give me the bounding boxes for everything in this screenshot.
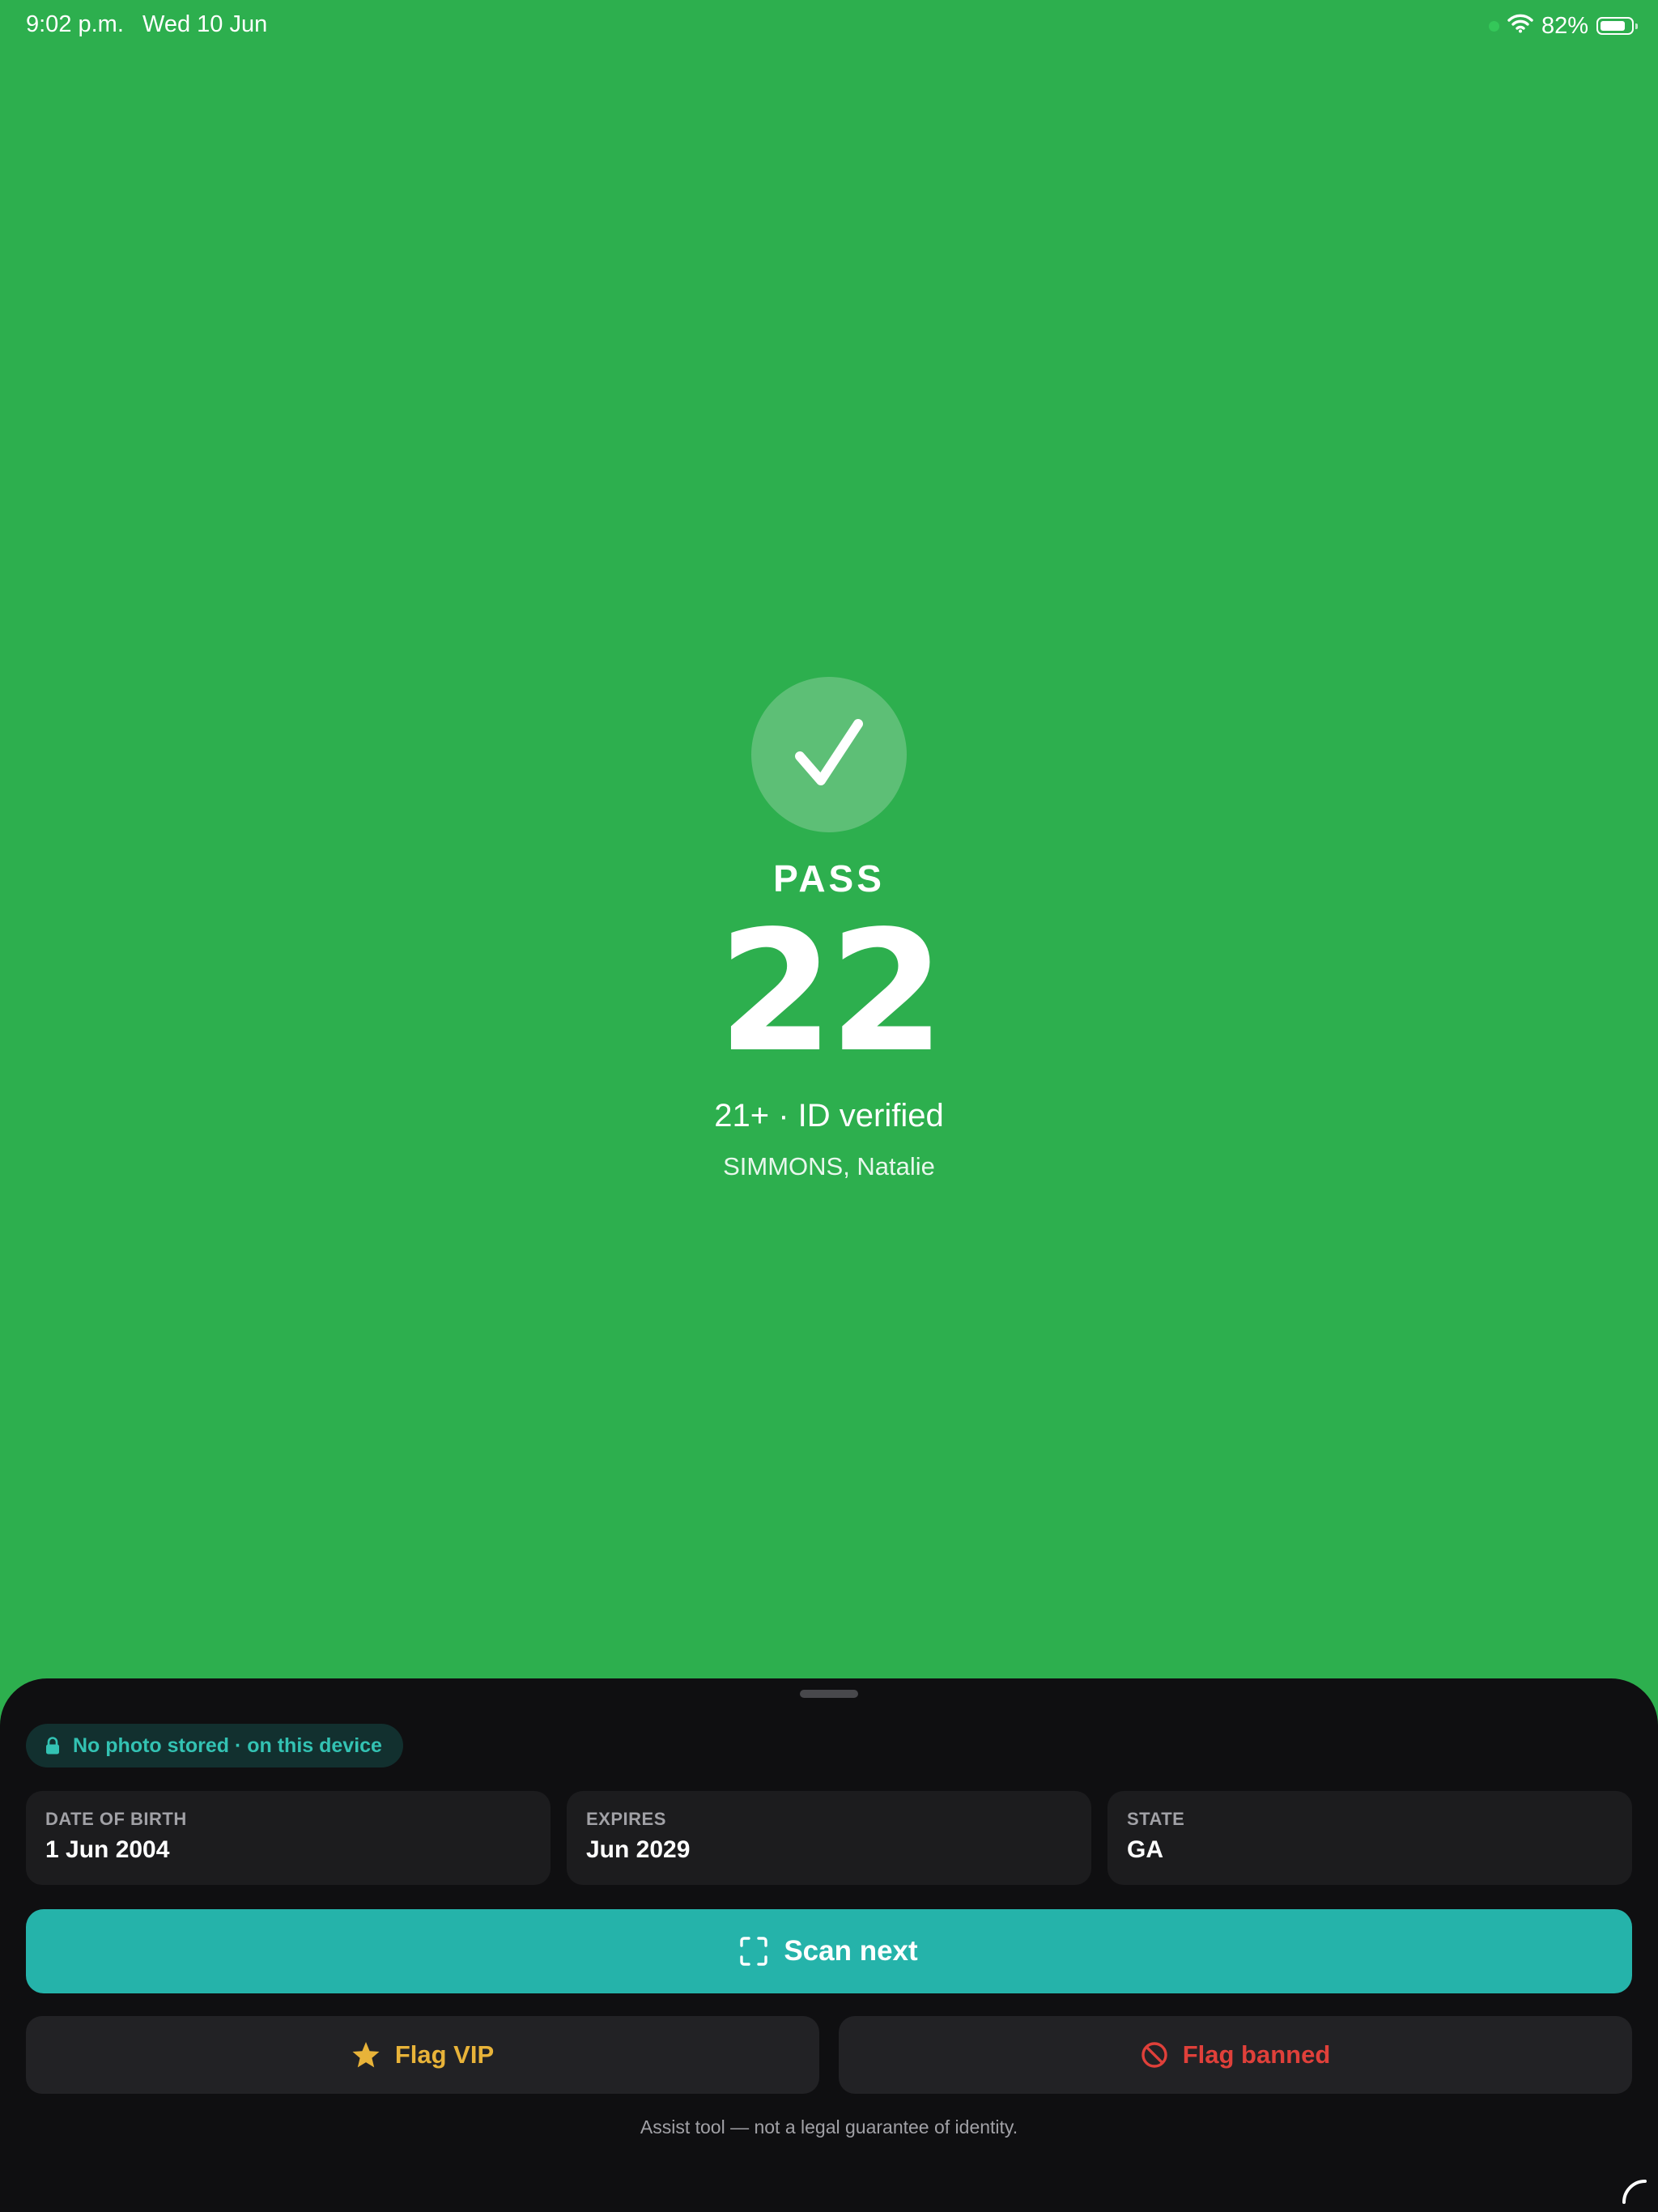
- lock-icon: [46, 1737, 59, 1755]
- camera-indicator-dot: [1488, 20, 1499, 32]
- flag-banned-button[interactable]: Flag banned: [839, 2016, 1632, 2094]
- scan-next-button[interactable]: Scan next: [26, 1909, 1632, 1993]
- verification-summary: 21+ · ID verified: [714, 1098, 944, 1134]
- scan-frame-icon: [740, 1937, 768, 1966]
- privacy-badge: No photo stored · on this device: [26, 1724, 403, 1767]
- dob-label: DATE OF BIRTH: [45, 1809, 187, 1829]
- disclaimer-text: Assist tool — not a legal guarantee of i…: [640, 2116, 1018, 2138]
- verdict-label: PASS: [773, 857, 885, 900]
- prohibited-icon: [1141, 2042, 1167, 2068]
- sheet-grabber[interactable]: [800, 1690, 858, 1698]
- scan-next-label: Scan next: [784, 1935, 918, 1967]
- state-card: STATE GA: [1107, 1791, 1632, 1885]
- star-icon: [352, 2042, 380, 2068]
- flag-vip-button[interactable]: Flag VIP: [26, 2016, 819, 2094]
- checkmark-icon: [795, 719, 863, 785]
- corner-gesture-indicator: [1622, 2180, 1647, 2204]
- dob-value: 1 Jun 2004: [45, 1836, 170, 1863]
- wifi-icon: [1507, 13, 1533, 40]
- battery-percent: 82%: [1541, 12, 1588, 39]
- state-label: STATE: [1127, 1809, 1185, 1829]
- status-date: Wed 10 Jun: [142, 11, 268, 37]
- scan-result: PASS 22 21+ · ID verified SIMMONS, Natal…: [0, 677, 1658, 1181]
- privacy-text: No photo stored · on this device: [73, 1733, 382, 1757]
- person-name: SIMMONS, Natalie: [723, 1152, 935, 1180]
- expiry-label: EXPIRES: [586, 1809, 666, 1829]
- status-bar: 9:02 p.m. Wed 10 Jun 82%: [0, 0, 1658, 52]
- battery-level: [1601, 21, 1625, 31]
- id-details: DATE OF BIRTH 1 Jun 2004 EXPIRES Jun 202…: [26, 1791, 1632, 1885]
- dob-card: DATE OF BIRTH 1 Jun 2004: [26, 1791, 551, 1885]
- flag-actions: Flag VIP Flag banned: [26, 2016, 1632, 2094]
- age-value: 22: [717, 895, 946, 1089]
- pass-badge: [751, 677, 907, 832]
- expiry-value: Jun 2029: [586, 1836, 691, 1863]
- flag-vip-label: Flag VIP: [394, 2040, 495, 2069]
- battery-icon: [1596, 17, 1638, 35]
- state-value: GA: [1127, 1836, 1163, 1863]
- status-indicators: 82%: [1488, 10, 1638, 42]
- details-sheet: No photo stored · on this device DATE OF…: [0, 1678, 1658, 2212]
- status-time: 9:02 p.m.: [26, 11, 124, 37]
- expiry-card: EXPIRES Jun 2029: [567, 1791, 1091, 1885]
- flag-banned-label: Flag banned: [1182, 2040, 1331, 2069]
